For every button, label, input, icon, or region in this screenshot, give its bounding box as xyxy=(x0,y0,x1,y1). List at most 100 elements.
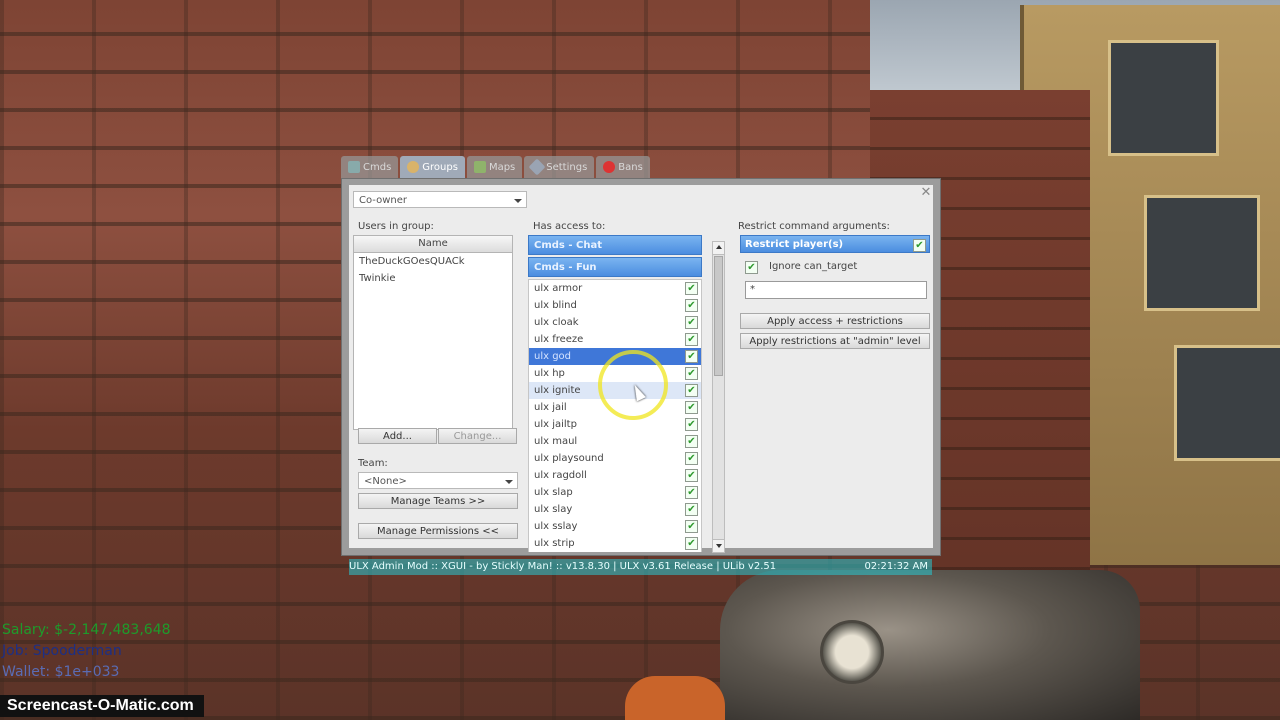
scroll-up-button[interactable] xyxy=(713,242,724,255)
change-user-button[interactable]: Change... xyxy=(438,428,517,444)
command-row[interactable]: ulx slay ✔ xyxy=(529,501,701,518)
category-cmds-fun[interactable]: Cmds - Fun xyxy=(528,257,702,277)
access-scrollbar[interactable] xyxy=(712,241,725,553)
command-checkbox[interactable]: ✔ xyxy=(685,299,698,312)
team-label: Team: xyxy=(358,458,388,469)
ignore-can-target-checkbox[interactable]: ✔ xyxy=(745,261,758,274)
command-checkbox[interactable]: ✔ xyxy=(685,316,698,329)
command-label: ulx slay xyxy=(534,504,573,515)
command-label: ulx god xyxy=(534,351,572,362)
manage-teams-button[interactable]: Manage Teams >> xyxy=(358,493,518,509)
command-label: ulx blind xyxy=(534,300,577,311)
team-select-value: <None> xyxy=(364,476,407,487)
restrict-players-header[interactable]: Restrict player(s) ✔ xyxy=(740,235,930,253)
ignore-can-target-label: Ignore can_target xyxy=(769,261,858,272)
command-label: ulx maul xyxy=(534,436,578,447)
weapon-part xyxy=(625,676,725,720)
command-checkbox[interactable]: ✔ xyxy=(685,367,698,380)
command-checkbox[interactable]: ✔ xyxy=(685,282,698,295)
command-row[interactable]: ulx ragdoll ✔ xyxy=(529,467,701,484)
users-column-header[interactable]: Name xyxy=(354,236,512,253)
command-checkbox[interactable]: ✔ xyxy=(685,520,698,533)
team-select[interactable]: <None> xyxy=(358,472,518,489)
maps-icon xyxy=(473,161,486,173)
command-checkbox[interactable]: ✔ xyxy=(685,486,698,499)
settings-icon xyxy=(528,158,546,176)
screencast-watermark: Screencast-O-Matic.com xyxy=(0,695,204,717)
hud-wallet: Wallet: $1e+033 xyxy=(2,664,120,680)
darkrp-hud: Salary: $-2,147,483,648 Job: Spooderman … xyxy=(2,620,171,683)
command-label: ulx jailtp xyxy=(534,419,577,430)
command-label: ulx armor xyxy=(534,283,583,294)
command-row[interactable]: ulx strip ✔ xyxy=(529,535,701,552)
command-label: ulx hp xyxy=(534,368,565,379)
command-row[interactable]: ulx blind ✔ xyxy=(529,297,701,314)
command-checkbox[interactable]: ✔ xyxy=(685,435,698,448)
command-checkbox[interactable]: ✔ xyxy=(685,537,698,550)
command-row[interactable]: ulx maul ✔ xyxy=(529,433,701,450)
command-row[interactable]: ulx playsound ✔ xyxy=(529,450,701,467)
building-window xyxy=(1174,345,1280,461)
chevron-down-icon xyxy=(514,199,522,203)
tab-groups[interactable]: Groups xyxy=(400,156,465,178)
xgui-tab-bar: Cmds Groups Maps Settings Bans xyxy=(341,156,652,178)
arrow-up-icon xyxy=(716,245,722,249)
command-checkbox[interactable]: ✔ xyxy=(685,418,698,431)
command-checkbox[interactable]: ✔ xyxy=(685,401,698,414)
clock-text: 02:21:32 AM xyxy=(864,561,928,572)
bans-icon xyxy=(603,161,616,173)
command-checkbox[interactable]: ✔ xyxy=(685,333,698,346)
restrict-header-label: Restrict player(s) xyxy=(745,239,844,250)
command-label: ulx playsound xyxy=(534,453,604,464)
scroll-down-button[interactable] xyxy=(713,539,724,552)
ignore-can-target-option[interactable]: ✔ Ignore can_target xyxy=(745,260,925,274)
hud-salary: Salary: $-2,147,483,648 xyxy=(2,622,171,638)
gravity-gun-weapon xyxy=(720,570,1140,720)
scroll-thumb[interactable] xyxy=(714,256,723,376)
command-row[interactable]: ulx armor ✔ xyxy=(529,280,701,297)
command-checkbox[interactable]: ✔ xyxy=(685,452,698,465)
restrict-target-input[interactable]: * xyxy=(745,281,927,299)
tab-label: Settings xyxy=(546,161,588,173)
command-row[interactable]: ulx freeze ✔ xyxy=(529,331,701,348)
restrict-checkbox[interactable]: ✔ xyxy=(913,239,926,252)
group-select[interactable]: Co-owner xyxy=(353,191,527,208)
list-item[interactable]: Twinkie xyxy=(354,270,512,287)
tab-settings[interactable]: Settings xyxy=(524,156,595,178)
command-label: ulx slap xyxy=(534,487,573,498)
access-label: Has access to: xyxy=(533,221,606,232)
category-cmds-chat[interactable]: Cmds - Chat xyxy=(528,235,702,255)
command-label: ulx sslay xyxy=(534,521,578,532)
list-item[interactable]: TheDuckGOesQUACk xyxy=(354,253,512,270)
command-checkbox[interactable]: ✔ xyxy=(685,469,698,482)
xgui-status-bar: ULX Admin Mod :: XGUI - by Stickly Man! … xyxy=(349,559,932,575)
chevron-down-icon xyxy=(505,480,513,484)
command-checkbox[interactable]: ✔ xyxy=(685,350,698,363)
users-list[interactable]: Name TheDuckGOesQUACk Twinkie xyxy=(353,235,513,430)
command-checkbox[interactable]: ✔ xyxy=(685,384,698,397)
weapon-gauge xyxy=(820,620,884,684)
command-checkbox[interactable]: ✔ xyxy=(685,503,698,516)
tab-label: Bans xyxy=(618,161,643,173)
command-row[interactable]: ulx slap ✔ xyxy=(529,484,701,501)
apply-access-button[interactable]: Apply access + restrictions xyxy=(740,313,930,329)
cmds-icon xyxy=(348,161,360,173)
manage-permissions-button[interactable]: Manage Permissions << xyxy=(358,523,518,539)
tab-cmds[interactable]: Cmds xyxy=(341,156,399,178)
command-label: ulx strip xyxy=(534,538,575,549)
close-button[interactable]: ✕ xyxy=(914,185,938,201)
command-row[interactable]: ulx jailtp ✔ xyxy=(529,416,701,433)
tab-maps[interactable]: Maps xyxy=(466,156,523,178)
building-window xyxy=(1108,40,1219,156)
tab-label: Groups xyxy=(422,161,458,173)
command-row[interactable]: ulx sslay ✔ xyxy=(529,518,701,535)
command-label: ulx ragdoll xyxy=(534,470,587,481)
tab-label: Maps xyxy=(488,161,516,173)
command-row[interactable]: ulx cloak ✔ xyxy=(529,314,701,331)
hud-job: Job: Spooderman xyxy=(2,643,122,659)
tab-bans[interactable]: Bans xyxy=(596,156,650,178)
command-label: ulx jail xyxy=(534,402,567,413)
command-label: ulx ignite xyxy=(534,385,581,396)
add-user-button[interactable]: Add... xyxy=(358,428,437,444)
apply-admin-level-button[interactable]: Apply restrictions at "admin" level xyxy=(740,333,930,349)
